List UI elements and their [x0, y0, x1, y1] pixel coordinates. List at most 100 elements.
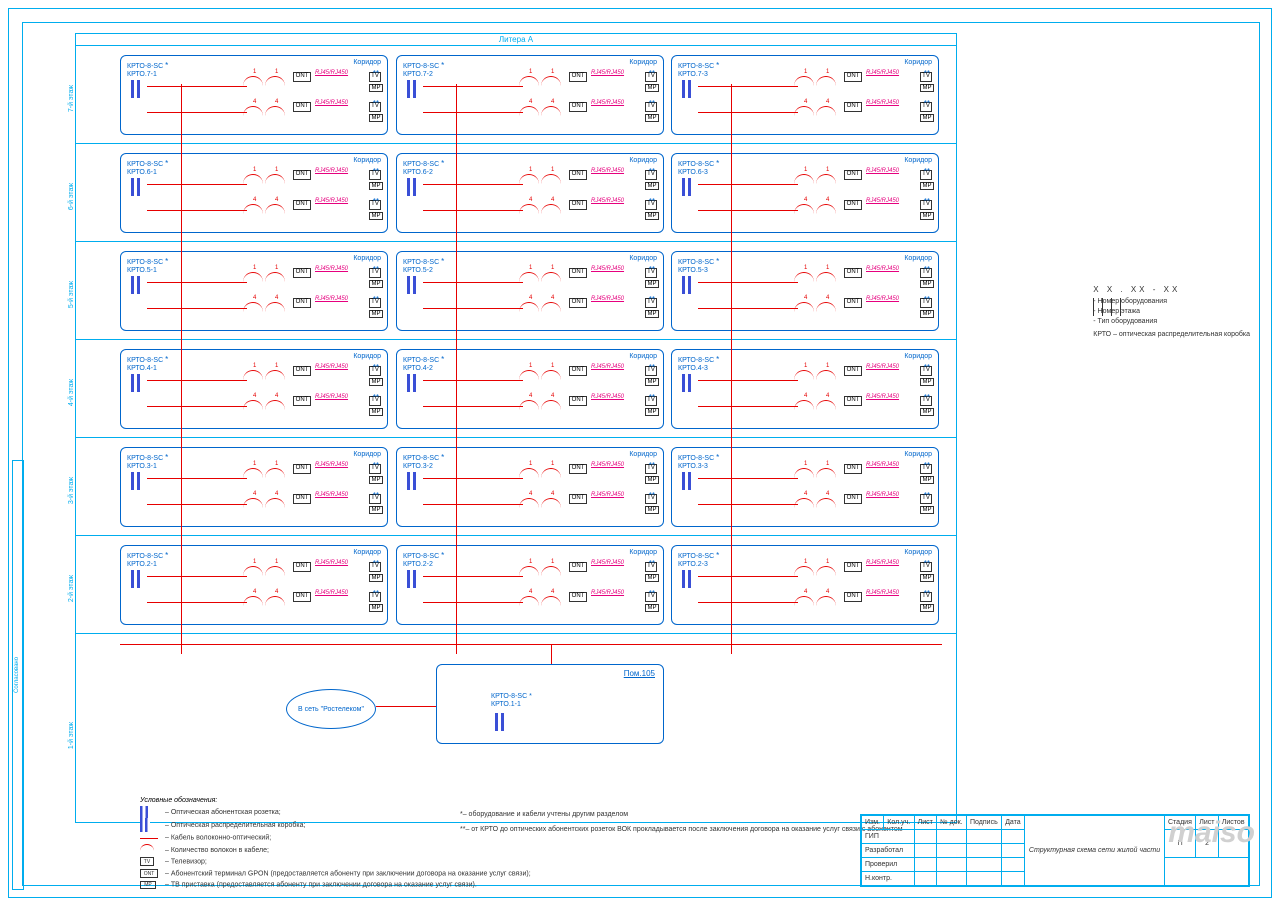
note-star: **	[373, 491, 379, 500]
note-star: **	[649, 295, 655, 304]
ont-box: ONT	[293, 494, 311, 504]
krto-icon	[682, 472, 696, 490]
corridor-label: Коридор	[353, 353, 381, 360]
pom-box: Пом.105 КРТО-8-SC *КРТО.1-1	[436, 664, 664, 744]
krto-label: КРТО-8-SC *КРТО.5-3	[678, 257, 719, 276]
corridor-box: Коридор КРТО-8-SC *КРТО.7-1 11 44 ONT ON…	[120, 55, 388, 135]
code-legend-footer: КРТО – оптическая распределительная коро…	[1093, 331, 1250, 338]
ont-box: ONT	[844, 170, 862, 180]
tb-main-text: Структурная схема сети жилой части	[1028, 847, 1161, 854]
cable-label: RJ45/RJ450	[866, 492, 899, 498]
cable-label: RJ45/RJ450	[591, 590, 624, 596]
tb-hdr: Подпись	[967, 816, 1002, 830]
ont-box: ONT	[844, 366, 862, 376]
krto-label: КРТО-8-SC *КРТО.4-2	[403, 355, 444, 374]
mp-box: МР	[920, 476, 934, 484]
mp-box: МР	[920, 114, 934, 122]
corridor-label: Коридор	[904, 353, 932, 360]
note-star: **	[649, 167, 655, 176]
cable-label: RJ45/RJ450	[591, 198, 624, 204]
ont-box: ONT	[569, 562, 587, 572]
tb-role: ГИП	[862, 830, 915, 844]
cable-label: RJ45/RJ450	[866, 560, 899, 566]
riser-line	[181, 84, 182, 654]
note-star: **	[924, 197, 930, 206]
corridor-box: Коридор КРТО-8-SC *КРТО.3-3 11 44 ONT ON…	[671, 447, 939, 527]
mp-box: МР	[645, 114, 659, 122]
fiber-line	[423, 112, 523, 113]
cable-label: RJ45/RJ450	[315, 100, 348, 106]
mp-box: МР	[920, 212, 934, 220]
cable-label: RJ45/RJ450	[315, 198, 348, 204]
floor-row: 3-й этаж Коридор КРТО-8-SC *КРТО.3-1 11 …	[76, 438, 956, 536]
ont-box: ONT	[569, 102, 587, 112]
cable-label: RJ45/RJ450	[866, 394, 899, 400]
mp-box: МР	[645, 408, 659, 416]
ont-box: ONT	[293, 170, 311, 180]
floor-row: 6-й этаж Коридор КРТО-8-SC *КРТО.6-1 11 …	[76, 144, 956, 242]
corridor-label: Коридор	[904, 451, 932, 458]
ont-box: ONT	[844, 72, 862, 82]
fiber-line	[698, 504, 798, 505]
mp-box: МР	[369, 84, 383, 92]
ont-box: ONT	[569, 592, 587, 602]
corridor-box: Коридор КРТО-8-SC *КРТО.7-2 11 44 ONT ON…	[396, 55, 664, 135]
fiber-line	[423, 576, 523, 577]
corridor-label: Коридор	[629, 549, 657, 556]
ont-box: ONT	[569, 494, 587, 504]
krto-icon	[407, 374, 421, 392]
ont-box: ONT	[844, 102, 862, 112]
cable-label: RJ45/RJ450	[315, 364, 348, 370]
fiber-line	[147, 576, 247, 577]
krto-icon	[407, 472, 421, 490]
mp-box: МР	[645, 378, 659, 386]
tb-hdr: Лист	[914, 816, 937, 830]
fold-strip: Согласовано	[12, 460, 62, 890]
fiber-line	[698, 282, 798, 283]
fiber-line	[147, 380, 247, 381]
cable-label: RJ45/RJ450	[591, 560, 624, 566]
riser-line	[456, 84, 457, 654]
riser-line	[731, 84, 732, 654]
krto-icon	[131, 570, 145, 588]
tb-role: Разработал	[862, 844, 915, 858]
note-star: **	[924, 393, 930, 402]
corridor-label: Коридор	[904, 255, 932, 262]
krto-label: КРТО-8-SC *КРТО.2-2	[403, 551, 444, 570]
fiber-line	[698, 210, 798, 211]
fiber-line	[698, 86, 798, 87]
krto-icon	[131, 178, 145, 196]
fold-seg: Согласовано	[12, 460, 24, 890]
pom-title: Пом.105	[624, 669, 655, 678]
corridor-label: Коридор	[629, 353, 657, 360]
cable-label: RJ45/RJ450	[866, 266, 899, 272]
cable-label: RJ45/RJ450	[315, 560, 348, 566]
note-star: **	[649, 393, 655, 402]
fiber-line	[698, 406, 798, 407]
krto-label: КРТО-8-SC *КРТО.3-2	[403, 453, 444, 472]
bus-line	[551, 644, 552, 664]
cable-label: RJ45/RJ450	[591, 296, 624, 302]
cable-label: RJ45/RJ450	[866, 70, 899, 76]
note-star: **	[924, 461, 930, 470]
fiber-line	[147, 478, 247, 479]
legend-header: Условные обозначения:	[140, 795, 531, 806]
krto-icon	[407, 178, 421, 196]
ont-box: ONT	[569, 200, 587, 210]
cable-label: RJ45/RJ450	[315, 296, 348, 302]
krto-label: КРТО-8-SC *КРТО.3-3	[678, 453, 719, 472]
krto-label: КРТО-8-SC *КРТО.5-2	[403, 257, 444, 276]
fiber-line	[423, 406, 523, 407]
corridor-label: Коридор	[353, 157, 381, 164]
note-star: **	[373, 167, 379, 176]
fiber-line	[423, 308, 523, 309]
note-star: **	[924, 265, 930, 274]
floor-label: 2-й этаж	[68, 574, 75, 601]
cloud-network: В сеть "Ростелеком"	[286, 689, 376, 729]
krto-label: КРТО-8-SC *КРТО.7-1	[127, 61, 168, 80]
corridor-box: Коридор КРТО-8-SC *КРТО.2-2 11 44 ONT ON…	[396, 545, 664, 625]
ont-box: ONT	[293, 592, 311, 602]
tb-role: Н.контр.	[862, 872, 915, 886]
note-star: **	[373, 265, 379, 274]
fiber-line	[698, 380, 798, 381]
